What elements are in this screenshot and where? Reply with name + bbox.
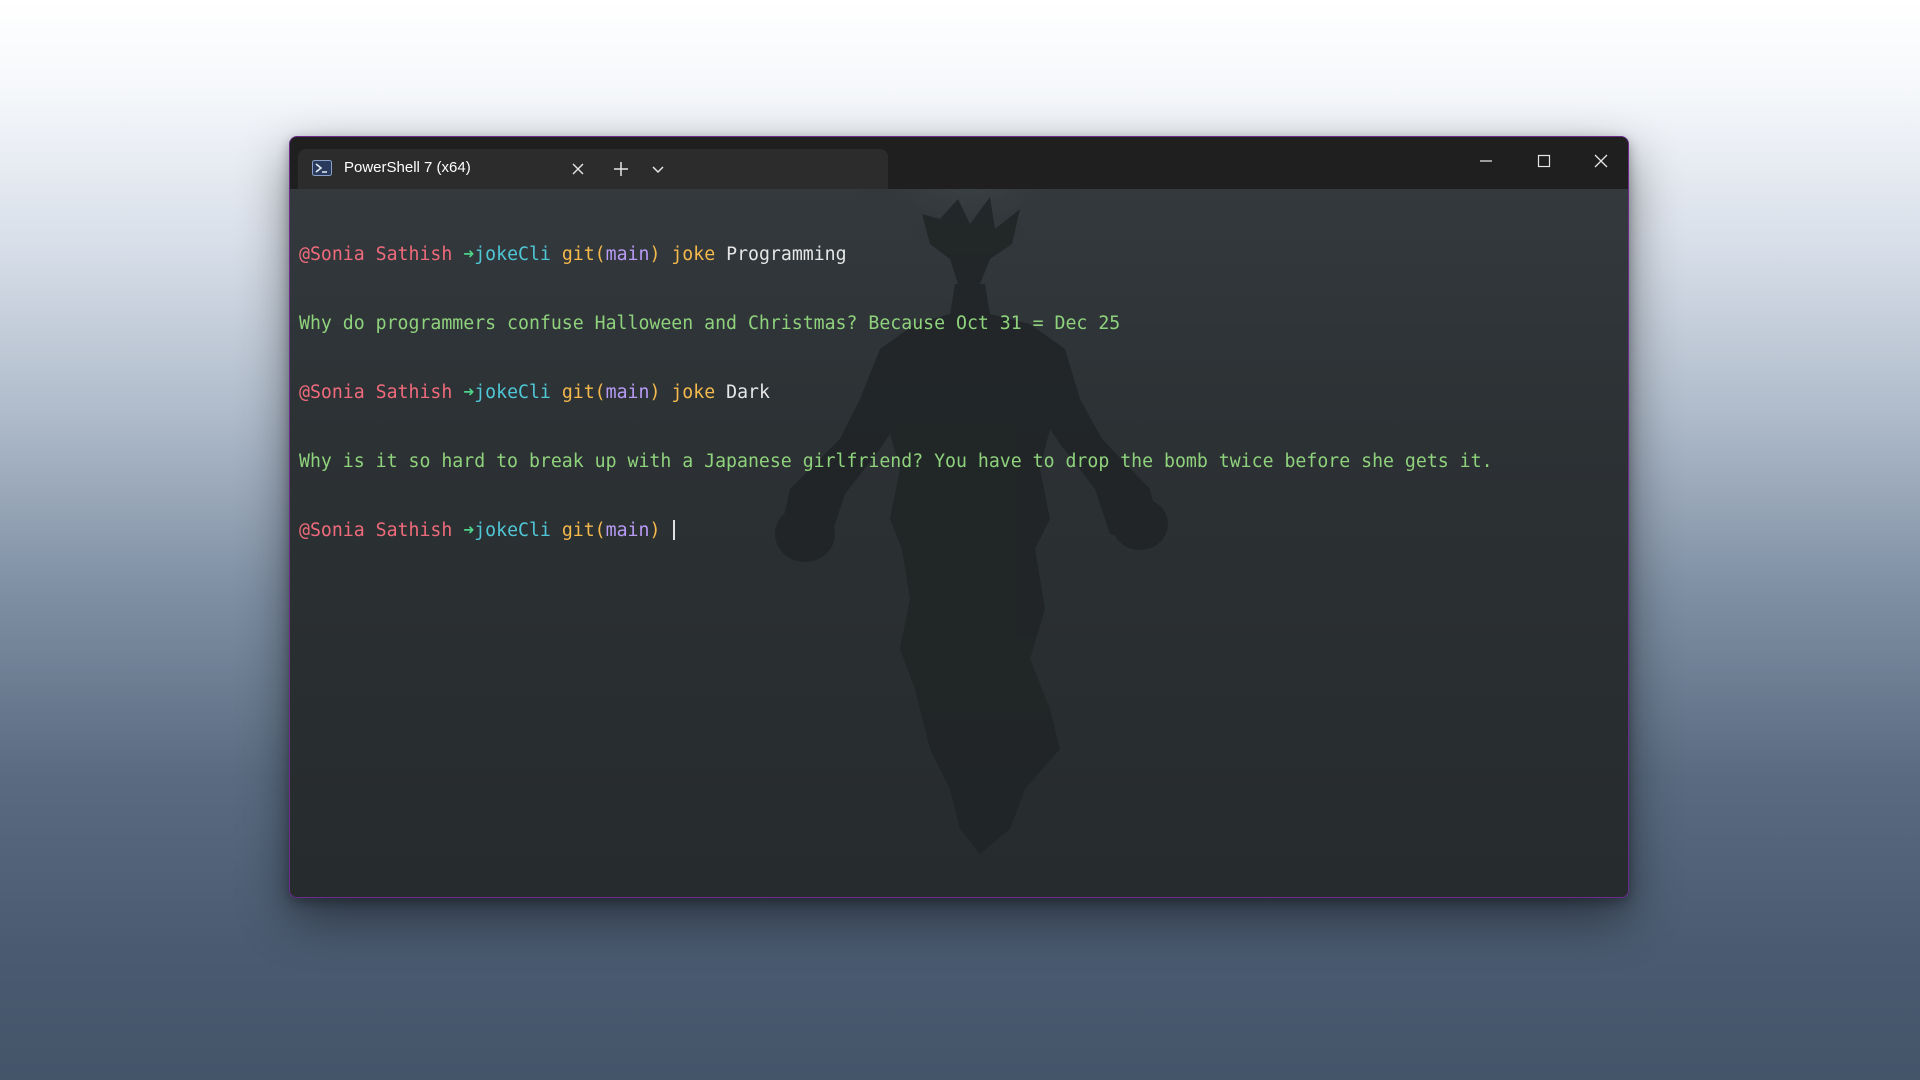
prompt-user: @Sonia Sathish [299,382,453,403]
output-line: Why do programmers confuse Halloween and… [299,313,1121,334]
prompt-git: git( [561,520,606,541]
maximize-icon [1537,154,1551,168]
minimize-button[interactable] [1466,145,1506,177]
maximize-button[interactable] [1524,145,1564,177]
tab-close-icon[interactable] [566,157,590,181]
prompt-directory: jokeCli [474,382,551,403]
new-tab-button[interactable] [609,157,633,181]
command-name: joke [671,244,716,265]
prompt-user: @Sonia Sathish [299,520,453,541]
chevron-down-icon [652,166,664,174]
prompt-branch: main [605,520,650,541]
powershell-icon [312,160,332,176]
prompt-branch: main [605,382,650,403]
close-window-button[interactable] [1581,145,1621,177]
prompt-arrow-icon: ➜ [463,382,475,403]
prompt-directory: jokeCli [474,520,551,541]
prompt-line: @Sonia Sathish ➜jokeCli git(main) joke D… [299,381,1493,404]
command-argument: Programming [726,244,847,265]
prompt-user: @Sonia Sathish [299,244,453,265]
minimize-icon [1480,160,1492,162]
prompt-arrow-icon: ➜ [463,520,475,541]
terminal-output: @Sonia Sathish ➜jokeCli git(main) joke P… [299,197,1493,588]
prompt-git: git( [561,382,606,403]
prompt-directory: jokeCli [474,244,551,265]
prompt-git-close: ) [649,244,661,265]
prompt-line: @Sonia Sathish ➜jokeCli git(main) joke P… [299,243,1493,266]
close-icon [1594,154,1608,168]
terminal-window: PowerShell 7 (x64) @Sonia Sathish ➜jokeC… [289,136,1629,898]
tab-dropdown-button[interactable] [646,157,670,181]
prompt-git: git( [561,244,606,265]
prompt-branch: main [605,244,650,265]
plus-icon [614,162,628,176]
prompt-git-close: ) [649,520,661,541]
tab-powershell[interactable]: PowerShell 7 (x64) [298,149,888,189]
terminal-area[interactable]: @Sonia Sathish ➜jokeCli git(main) joke P… [290,189,1628,897]
output-line: Why is it so hard to break up with a Jap… [299,451,1493,472]
command-argument: Dark [726,382,770,403]
command-name: joke [671,382,716,403]
tab-title: PowerShell 7 (x64) [344,159,471,176]
text-cursor[interactable] [673,520,676,540]
title-bar[interactable]: PowerShell 7 (x64) [290,137,1628,189]
prompt-arrow-icon: ➜ [463,244,475,265]
prompt-git-close: ) [649,382,661,403]
prompt-line-active[interactable]: @Sonia Sathish ➜jokeCli git(main) [299,519,1493,542]
